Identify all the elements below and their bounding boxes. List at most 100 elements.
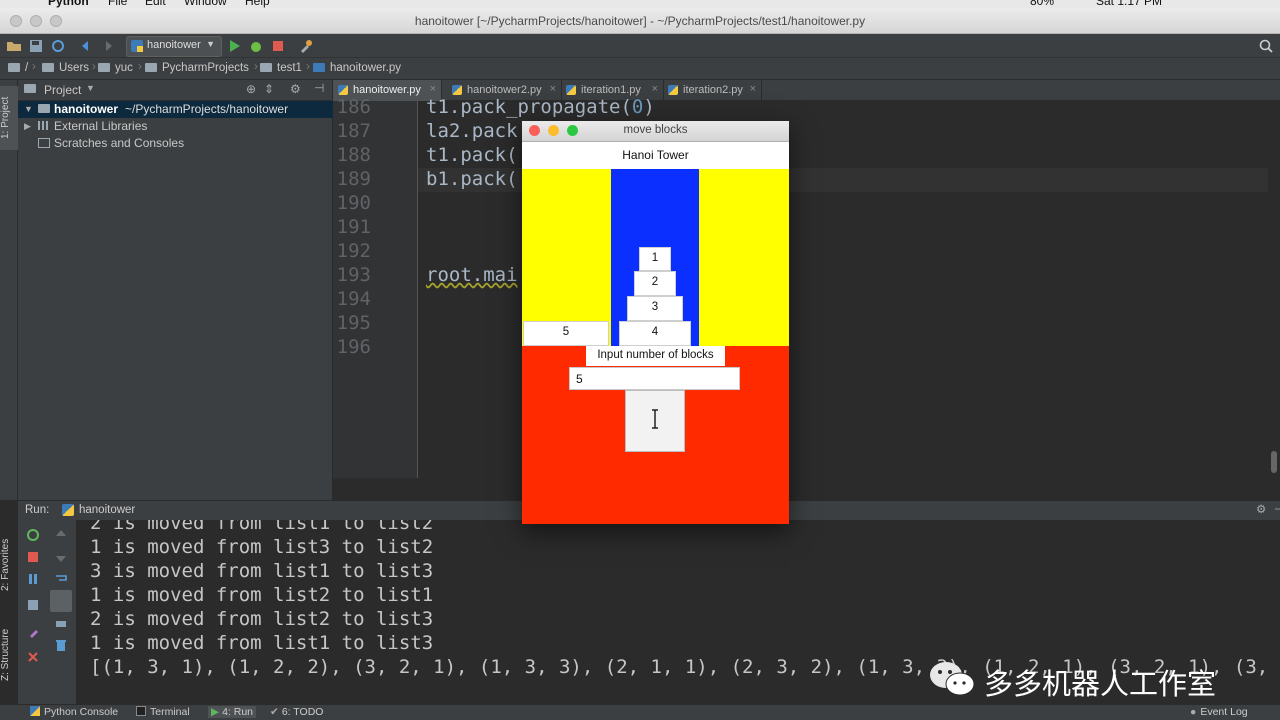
search-icon[interactable] [1258, 38, 1274, 54]
bottom-tool-bar: Python Console Terminal ▶ 4: Run ✔ 6: TODO… [0, 704, 1280, 720]
line-number: 192 [336, 240, 371, 262]
breadcrumb-yuc[interactable]: yuc [98, 62, 133, 74]
print-icon[interactable] [54, 616, 68, 630]
breadcrumb-root[interactable]: / [8, 62, 28, 74]
forward-arrow-icon[interactable] [100, 38, 116, 54]
tk-header-label: Hanoi Tower [522, 142, 789, 169]
tool-tab-structure[interactable]: Z: Structure [0, 620, 18, 690]
run-icon[interactable] [226, 38, 242, 54]
menu-file[interactable]: File [108, 0, 127, 8]
sync-icon[interactable] [50, 38, 66, 54]
folder-icon [98, 63, 110, 72]
folder-icon [38, 104, 50, 113]
hanoi-disk: 2 [634, 271, 676, 296]
console-line: 2 is moved from list2 to list3 [90, 608, 434, 630]
open-folder-icon[interactable] [6, 38, 22, 54]
gear-icon[interactable]: ⚙ [290, 82, 301, 96]
dump-threads-icon[interactable] [26, 598, 40, 612]
code-line: la2.pack [426, 120, 518, 142]
window-title: hanoitower [~/PycharmProjects/hanoitower… [414, 14, 866, 28]
app-menu[interactable]: Python [48, 0, 89, 8]
project-panel-title[interactable]: Project [44, 83, 81, 97]
folder-icon [42, 63, 54, 72]
folder-icon [260, 63, 272, 72]
breadcrumb-separator: › [306, 61, 310, 73]
project-panel-header: Project ▼ ⊕ ⇕ ⚙ ⊣ [18, 80, 333, 101]
trash-icon[interactable] [54, 638, 68, 652]
clock: Sat 1:17 PM [1096, 0, 1163, 8]
stop-icon[interactable] [270, 38, 286, 54]
close-tab-icon[interactable]: × [652, 83, 658, 95]
tk-window-move-blocks: move blocks Hanoi Tower 1 2 3 4 5 Input … [522, 121, 789, 524]
breadcrumb-test1[interactable]: test1 [260, 62, 302, 74]
scroll-to-end-button[interactable] [50, 590, 72, 612]
folder-icon [8, 63, 20, 72]
hide-panel-icon[interactable]: ⊣ [1274, 502, 1280, 516]
rerun-icon[interactable] [26, 528, 40, 542]
python-console-tab[interactable]: Python Console [30, 706, 118, 718]
hanoi-disk: 5 [523, 321, 609, 346]
breadcrumb-pycharmprojects[interactable]: PycharmProjects [145, 62, 249, 74]
wrench-icon[interactable] [298, 38, 314, 54]
terminal-tab[interactable]: Terminal [136, 706, 190, 718]
hanoi-disk: 3 [627, 296, 683, 321]
debug-icon[interactable] [248, 38, 264, 54]
tool-tab-favorites[interactable]: 2: Favorites [0, 530, 18, 600]
tree-item-hanoitower[interactable]: ▼ hanoitower ~/PycharmProjects/hanoitowe… [18, 101, 333, 118]
breadcrumb-file[interactable]: hanoitower.py [313, 62, 401, 74]
close-tab-icon[interactable]: × [430, 83, 436, 95]
tree-item-scratches[interactable]: Scratches and Consoles [18, 135, 333, 152]
down-arrow-icon[interactable] [54, 550, 68, 564]
locate-icon[interactable]: ⊕ [246, 82, 256, 96]
menu-window[interactable]: Window [184, 0, 227, 8]
pin-icon[interactable] [26, 626, 40, 640]
console-line: 1 is moved from list1 to list3 [90, 632, 434, 654]
collapse-icon[interactable]: ⇕ [264, 82, 274, 96]
python-icon [30, 706, 40, 716]
close-tab-icon[interactable]: × [550, 83, 556, 95]
hide-panel-icon[interactable]: ⊣ [314, 81, 324, 95]
run-config-tab[interactable]: hanoitower [79, 504, 135, 516]
block-count-input[interactable]: 5 [569, 367, 740, 390]
run-configuration-select[interactable]: hanoitower ▼ [126, 36, 222, 57]
save-icon[interactable] [28, 38, 44, 54]
line-number: 196 [336, 336, 371, 358]
mac-menu-bar: Python File Edit Window Help 80% Sat 1:1… [0, 0, 1280, 8]
run-tab[interactable]: ▶ 4: Run [208, 706, 257, 718]
terminal-icon [136, 706, 146, 716]
project-folder-icon [24, 84, 36, 93]
tree-item-external-libraries[interactable]: ▶ External Libraries [18, 118, 333, 135]
python-file-icon [131, 40, 143, 52]
line-number: 187 [336, 120, 371, 142]
console-line: 3 is moved from list1 to list3 [90, 560, 434, 582]
chevron-down-icon[interactable]: ▼ [86, 83, 95, 93]
left-tool-strip: 1: Project 2: Favorites Z: Structure [0, 80, 18, 681]
event-log-tab[interactable]: ● Event Log [1190, 706, 1248, 718]
line-number: 189 [336, 168, 371, 190]
watermark: 多多机器人工作室 [928, 655, 1248, 701]
menu-edit[interactable]: Edit [145, 0, 166, 8]
editor-scrollbar[interactable] [1268, 101, 1280, 478]
tk-window-title: move blocks [623, 124, 688, 136]
move-blocks-button[interactable] [625, 390, 685, 452]
tool-tab-project[interactable]: 1: Project [0, 86, 18, 150]
hanoi-disk: 4 [619, 321, 691, 346]
run-panel-toolbar [18, 520, 76, 704]
gear-icon[interactable]: ⚙ [1256, 502, 1266, 516]
chevron-down-icon: ▼ [206, 39, 215, 49]
breadcrumb-users[interactable]: Users [42, 62, 89, 74]
tab-iteration2[interactable]: iteration2.py × [663, 80, 762, 101]
close-tab-icon[interactable]: × [750, 83, 756, 95]
scrollbar-thumb[interactable] [1271, 451, 1277, 473]
back-arrow-icon[interactable] [78, 38, 94, 54]
todo-tab[interactable]: ✔ 6: TODO [270, 706, 323, 718]
soft-wrap-icon[interactable] [54, 572, 68, 586]
battery-status: 80% [1030, 0, 1055, 8]
pause-icon[interactable] [26, 572, 40, 586]
stop-icon[interactable] [26, 550, 40, 564]
menu-help[interactable]: Help [245, 0, 270, 8]
up-arrow-icon[interactable] [54, 528, 68, 542]
close-icon[interactable] [26, 650, 40, 664]
tab-label: iteration1.py [581, 84, 641, 96]
breadcrumb-separator: › [254, 61, 258, 73]
